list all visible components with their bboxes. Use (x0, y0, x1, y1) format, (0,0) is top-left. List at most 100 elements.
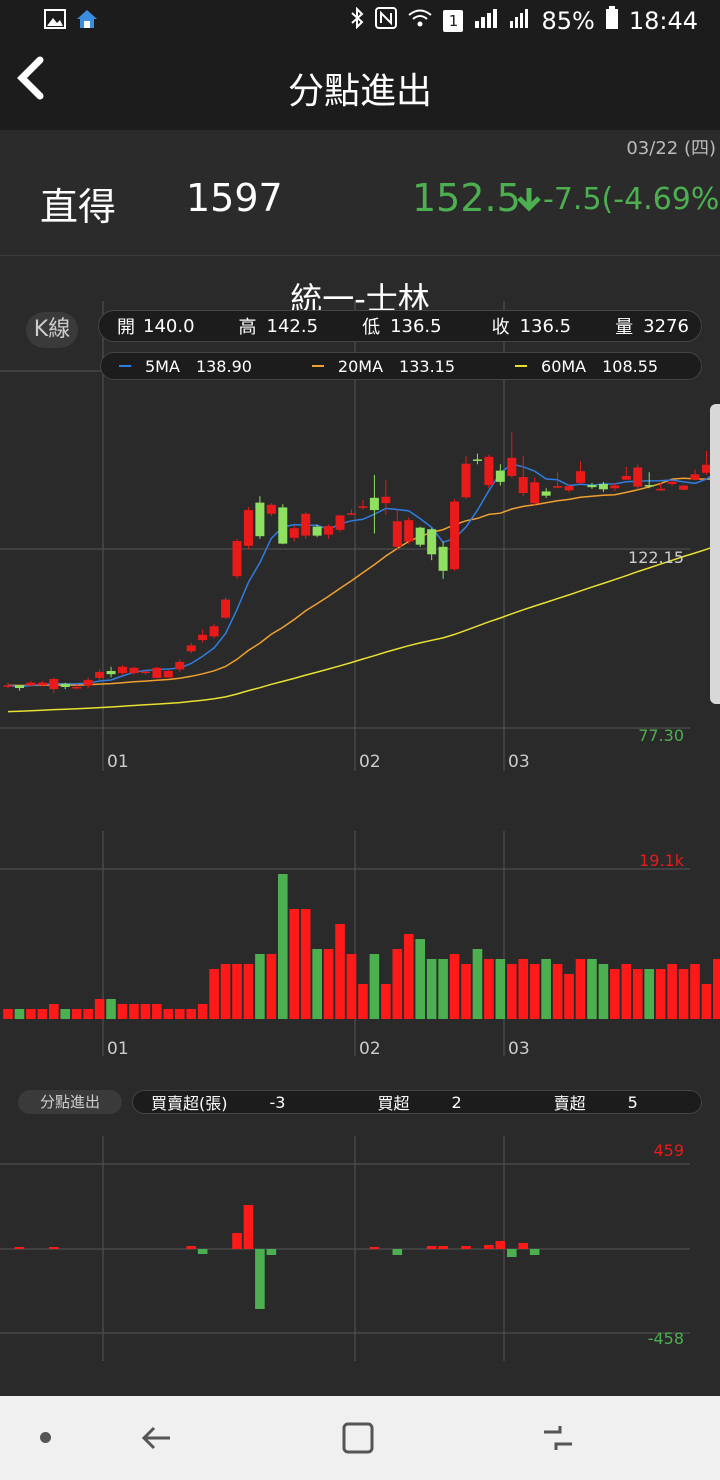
price-change: -7.5(-4.69%) (543, 182, 720, 217)
candle-body (301, 513, 311, 536)
ma20-line (7, 477, 720, 687)
flow-bar (495, 1241, 506, 1249)
ma60-line (7, 543, 720, 713)
candle-body (3, 685, 13, 687)
candle-body (656, 488, 666, 491)
low-label: 低 (362, 317, 381, 338)
volume-bar (392, 949, 403, 1019)
ma5-swatch (119, 365, 131, 367)
volume-bar (255, 954, 265, 1019)
flow-bar (426, 1246, 437, 1249)
volume-bar (403, 934, 414, 1019)
flow-bar (232, 1233, 242, 1249)
volume-bar (564, 974, 574, 1019)
stock-name: 直得 (40, 185, 117, 229)
candle-body (472, 459, 482, 461)
candle-body (358, 506, 368, 508)
flow-bar (484, 1245, 494, 1249)
candle-body (392, 521, 402, 547)
volume-label: 量 (615, 317, 634, 338)
broker-flow-info: 買賣超(張) -3 買超 2 賣超 5 (132, 1090, 702, 1114)
volume-bar (621, 964, 632, 1019)
candle-body (438, 546, 448, 571)
candle-body (60, 683, 70, 687)
volume-bar (300, 909, 311, 1019)
candle-body (495, 470, 505, 482)
flow-bar (518, 1243, 529, 1249)
volume-bar (632, 969, 643, 1019)
volume-bar (152, 1004, 162, 1019)
volume-bar (186, 1009, 196, 1019)
broker-flow-button[interactable]: 分點進出 (18, 1090, 122, 1114)
volume-bar (495, 959, 506, 1019)
volume-bar (266, 954, 277, 1019)
open-value: 140.0 (143, 315, 195, 337)
ma-legend: 5MA 138.90 20MA 133.15 60MA 108.55 (100, 352, 702, 380)
volume-bar (278, 874, 288, 1019)
volume-bar (209, 969, 219, 1019)
candle-body (232, 540, 242, 577)
volume-month-label: 02 (359, 1039, 381, 1059)
volume-bar (197, 1004, 208, 1019)
candle-body (106, 670, 116, 675)
nav-home-icon[interactable] (336, 1416, 380, 1460)
month-label: 03 (508, 752, 530, 772)
ohlc-bar: 開 140.0 高 142.5 低 136.5 收 136.5 量 3276 (98, 310, 702, 342)
status-bar: 1 85% 18:44 (0, 0, 720, 42)
volume-bar (71, 1009, 82, 1019)
candle-body (289, 528, 299, 538)
volume-bar (346, 954, 357, 1019)
volume-max-label: 19.1k (639, 851, 685, 870)
kline-button[interactable]: K線 (26, 312, 78, 348)
volume-bar (106, 999, 116, 1019)
candle-body (484, 456, 494, 486)
buy-value: 2 (451, 1092, 462, 1112)
volume-bar (587, 959, 597, 1019)
app-screen: 1 85% 18:44 分點進出 03/22 (四) 直得 1597 152.5… (0, 0, 720, 1480)
volume-bar (610, 969, 620, 1019)
chart-grid (0, 301, 690, 1361)
volume-bar (140, 1004, 151, 1019)
nav-back-icon[interactable] (134, 1416, 178, 1460)
ma5-line (7, 463, 720, 688)
volume-month-label: 03 (508, 1039, 530, 1059)
nav-dot-icon[interactable] (40, 1432, 51, 1443)
candle-body (633, 467, 643, 487)
net-label: 買賣超(張) (151, 1094, 228, 1113)
volume-bar (438, 959, 448, 1019)
volume-bar (644, 969, 654, 1019)
candle-body (564, 486, 574, 491)
month-label: 02 (359, 752, 381, 772)
flow-bar (529, 1249, 540, 1255)
stock-code: 1597 (186, 176, 283, 220)
net-value: -3 (269, 1092, 286, 1112)
low-value: 136.5 (390, 315, 442, 337)
volume-bar (335, 924, 345, 1019)
volume-bar (323, 949, 334, 1019)
sell-label: 賣超 (553, 1094, 586, 1113)
candle-body (83, 680, 93, 686)
flow-bar (438, 1246, 448, 1249)
flow-bar (197, 1249, 208, 1254)
sell-value: 5 (627, 1092, 638, 1112)
flow-bar (266, 1249, 277, 1255)
candlesticks (3, 432, 720, 694)
volume-bar (552, 964, 563, 1019)
candle-body (598, 483, 608, 490)
candle-body (541, 491, 551, 496)
bluetooth-icon (349, 6, 365, 35)
stock-chart[interactable]: 167.00122.1577.3001020301020319.1k459-45… (0, 256, 720, 1396)
scroll-handle[interactable] (710, 404, 720, 704)
candle-body (324, 526, 334, 535)
nav-recents-icon[interactable] (536, 1416, 580, 1460)
volume-bar (507, 964, 517, 1019)
volume-bar (60, 1009, 71, 1019)
volume-bar (358, 984, 368, 1019)
candle-body (450, 501, 460, 570)
candle-body (610, 485, 620, 489)
candle-body (312, 526, 322, 536)
volume-bar (37, 1009, 48, 1019)
ma60-value: 108.55 (602, 356, 659, 376)
volume-bar (174, 1009, 185, 1019)
buy-label: 買超 (377, 1094, 410, 1113)
